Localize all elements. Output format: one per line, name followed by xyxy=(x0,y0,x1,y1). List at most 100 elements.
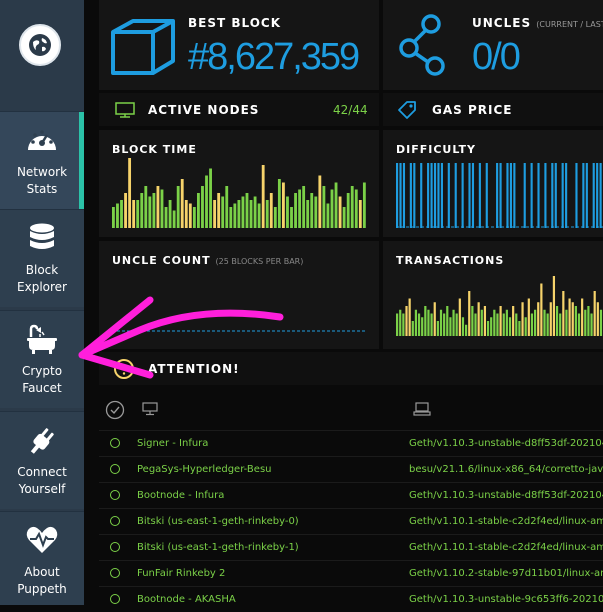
sidebar-item-label: Crypto Faucet xyxy=(21,364,63,395)
transactions-bar xyxy=(499,306,502,336)
transactions-bar xyxy=(581,298,584,336)
uncle-count-chart: UNCLE COUNT (25 BLOCKS PER BAR) xyxy=(99,241,379,349)
node-name-column-icon[interactable] xyxy=(142,402,158,416)
difficulty-bar xyxy=(582,163,585,228)
transactions-bar xyxy=(590,313,593,336)
block-time-bar xyxy=(237,200,241,228)
active-nodes-value: 42/44 xyxy=(333,103,368,117)
client-column-icon[interactable] xyxy=(413,402,431,416)
sidebar-item-label: Connect Yourself xyxy=(17,465,67,496)
block-time-chart: BLOCK TIME xyxy=(99,130,379,237)
node-client: Geth/v1.10.3-unstable-d8ff53df-20210414/ xyxy=(409,490,603,501)
difficulty-bar xyxy=(599,163,602,228)
transactions-bar xyxy=(486,321,490,336)
uncles-value: 0/0 xyxy=(472,36,521,78)
dashboard-gauge-icon xyxy=(0,124,84,160)
plug-icon xyxy=(0,424,84,460)
sidebar-item-block-explorer[interactable]: Block Explorer xyxy=(0,209,84,307)
block-time-bar xyxy=(261,165,265,228)
block-time-bar xyxy=(286,196,289,228)
transactions-bar xyxy=(518,321,521,336)
table-row[interactable]: Bitski (us-east-1-geth-rinkeby-1) Geth/v… xyxy=(99,534,603,560)
transactions-bar xyxy=(474,313,477,336)
status-icon xyxy=(110,516,120,526)
transactions-bar xyxy=(483,306,487,336)
transactions-bar xyxy=(527,298,530,336)
difficulty-bar xyxy=(554,163,557,228)
uncles-title-text: UNCLES xyxy=(472,16,532,30)
transactions-bar xyxy=(534,309,537,336)
transactions-bar xyxy=(502,313,505,336)
block-time-bars xyxy=(112,158,366,228)
block-time-bar xyxy=(241,196,245,228)
difficulty-bar xyxy=(461,163,464,228)
transactions-bar xyxy=(584,309,587,336)
sidebar-item-about-puppeth[interactable]: About Puppeth xyxy=(0,511,84,605)
difficulty-bar xyxy=(544,163,547,228)
transactions-bar xyxy=(543,309,546,336)
check-circle-icon[interactable] xyxy=(105,400,125,420)
transactions-bar xyxy=(405,306,408,336)
transactions-bar xyxy=(524,317,527,336)
difficulty-bar xyxy=(565,163,568,228)
block-time-bar xyxy=(310,193,314,228)
block-time-bar xyxy=(225,186,229,228)
block-time-bar xyxy=(124,193,127,228)
block-time-bar xyxy=(209,168,212,228)
transactions-bar xyxy=(512,306,515,336)
difficulty-bar xyxy=(413,163,416,228)
table-row[interactable]: Signer - Infura Geth/v1.10.3-unstable-d8… xyxy=(99,430,603,456)
table-row[interactable]: Bootnode - AKASHA Geth/v1.10.3-unstable-… xyxy=(99,586,603,612)
block-time-bar xyxy=(120,200,123,228)
transactions-bar xyxy=(587,306,590,336)
difficulty-bar xyxy=(551,163,554,228)
table-row[interactable]: Bootnode - Infura Geth/v1.10.3-unstable-… xyxy=(99,482,603,508)
status-icon xyxy=(110,568,120,578)
block-time-bar xyxy=(160,189,164,228)
transactions-bar xyxy=(399,309,402,336)
transactions-bar xyxy=(577,313,581,336)
sidebar-item-label: Block Explorer xyxy=(17,263,67,294)
sidebar-item-connect-yourself[interactable]: Connect Yourself xyxy=(0,411,84,509)
block-time-bar xyxy=(156,186,160,228)
block-time-bar xyxy=(338,196,342,228)
block-time-bar xyxy=(277,179,281,228)
block-time-bar xyxy=(306,200,310,228)
transactions-bar xyxy=(530,313,534,336)
difficulty-bar xyxy=(440,163,443,228)
block-time-bar xyxy=(294,193,297,228)
active-nodes-label: ACTIVE NODES xyxy=(148,103,260,117)
transactions-title: TRANSACTIONS xyxy=(396,254,505,267)
block-time-bar xyxy=(253,196,257,228)
block-time-bar xyxy=(314,196,318,228)
uncle-count-subtitle: (25 BLOCKS PER BAR) xyxy=(215,257,304,266)
node-name: PegaSys-Hyperledger-Besu xyxy=(137,464,272,475)
transactions-bar xyxy=(496,313,499,336)
uncles-panel: UNCLES (CURRENT / LAST S 0/0 xyxy=(383,0,603,90)
block-time-bar xyxy=(116,203,119,228)
sidebar-item-crypto-faucet[interactable]: Crypto Faucet xyxy=(0,310,84,408)
table-row[interactable]: PegaSys-Hyperledger-Besu besu/v21.1.6/li… xyxy=(99,456,603,482)
transactions-bar xyxy=(555,306,559,336)
block-time-bar xyxy=(176,186,180,228)
transactions-bar xyxy=(490,317,493,336)
status-icon xyxy=(110,542,120,552)
node-name: Signer - Infura xyxy=(137,438,209,449)
transactions-bar xyxy=(552,276,556,336)
block-time-bar xyxy=(245,193,249,228)
status-icon xyxy=(110,438,120,448)
block-time-bar xyxy=(326,203,330,228)
difficulty-bar xyxy=(561,163,564,228)
block-time-bar xyxy=(184,200,188,228)
logo[interactable] xyxy=(0,0,84,96)
table-row[interactable]: FunFair Rinkeby 2 Geth/v1.10.2-stable-97… xyxy=(99,560,603,586)
difficulty-bar xyxy=(454,163,457,228)
node-client: Geth/v1.10.3-unstable-d8ff53df-20210414/ xyxy=(409,438,603,449)
transactions-bar xyxy=(430,313,433,336)
transactions-bar xyxy=(443,313,446,336)
table-row[interactable]: Bitski (us-east-1-geth-rinkeby-0) Geth/v… xyxy=(99,508,603,534)
sidebar-item-network-stats[interactable]: Network Stats xyxy=(0,111,84,209)
block-time-bar xyxy=(140,193,144,228)
transactions-bar xyxy=(433,302,436,336)
node-name: Bitski (us-east-1-geth-rinkeby-0) xyxy=(137,516,299,527)
